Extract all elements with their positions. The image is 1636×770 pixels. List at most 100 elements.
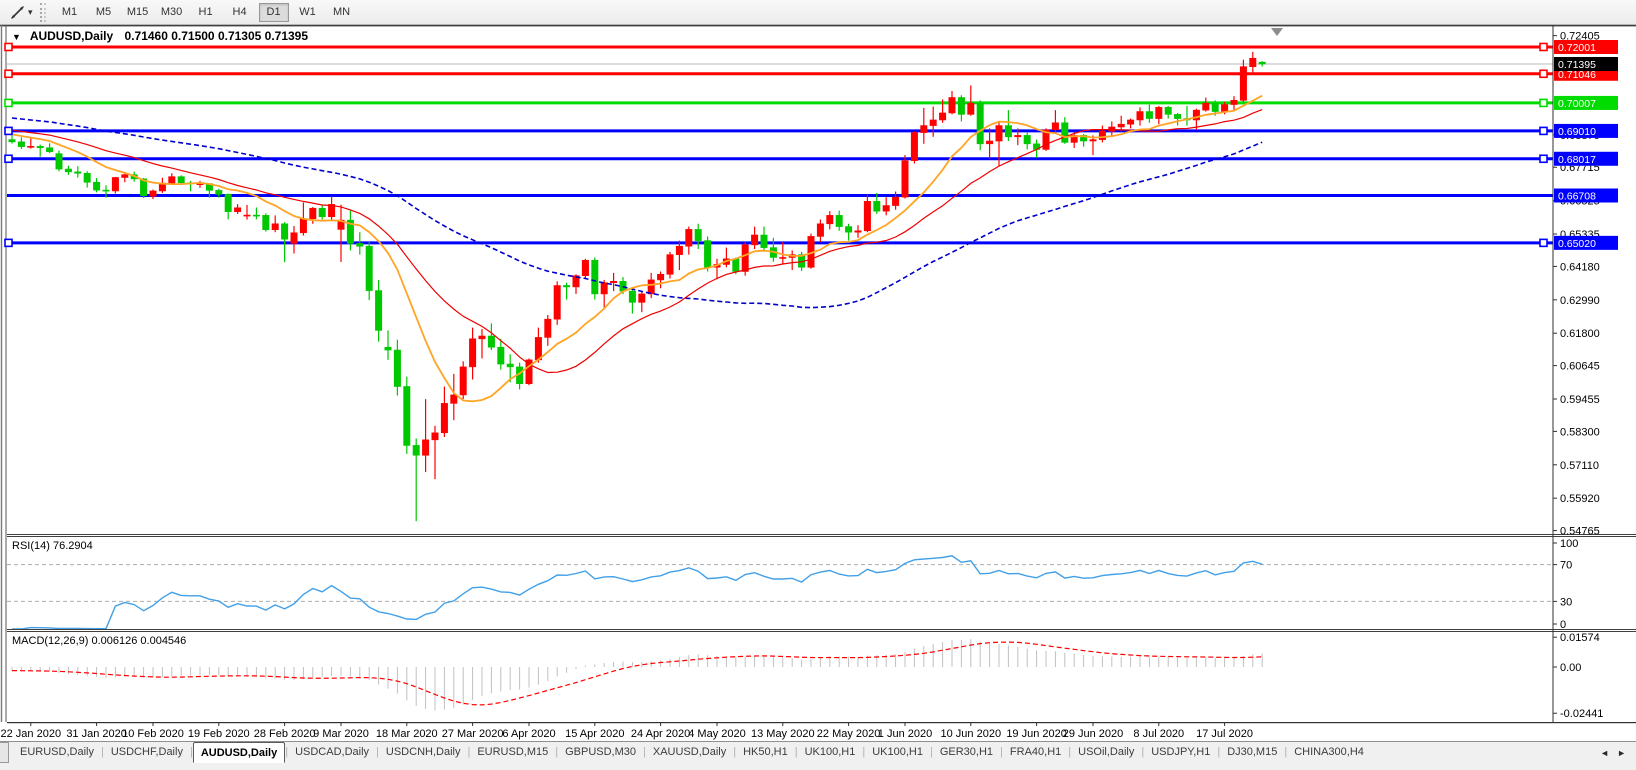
tab-usoil-daily[interactable]: USOil,Daily — [1071, 742, 1141, 763]
macd-tick-label: 0.01574 — [1560, 632, 1600, 644]
date-tick-label: 4 May 2020 — [688, 728, 745, 740]
line-drag-handle[interactable] — [5, 43, 12, 50]
date-tick-label: 19 Jun 2020 — [1006, 728, 1067, 740]
tab-usdcad-daily[interactable]: USDCAD,Daily — [288, 742, 376, 763]
candle-body — [986, 141, 992, 144]
tab-scroll-left-icon[interactable]: ◄ — [1600, 748, 1609, 758]
chart-canvas[interactable]: 0.724050.688700.677150.665250.653350.641… — [0, 25, 1636, 741]
candle-body — [1165, 107, 1171, 114]
candle-body — [686, 229, 692, 246]
collapse-triangle-icon[interactable]: ▼ — [12, 32, 21, 42]
tab-xauusd-daily[interactable]: XAUUSD,Daily — [646, 742, 733, 763]
tab-usdjpy-h1[interactable]: USDJPY,H1 — [1144, 742, 1217, 763]
tab-eurusd-daily[interactable]: EURUSD,Daily — [13, 742, 101, 763]
date-tick-label: 17 Jul 2020 — [1196, 728, 1253, 740]
price-tick-label: 0.60645 — [1560, 361, 1600, 373]
date-tick-label: 13 May 2020 — [751, 728, 815, 740]
line-drag-handle[interactable] — [1540, 127, 1547, 134]
timeframe-button-m15[interactable]: M15 — [123, 3, 153, 22]
candle-body — [460, 367, 466, 395]
line-drag-handle[interactable] — [5, 155, 12, 162]
caret-down-icon[interactable]: ▾ — [28, 7, 33, 18]
hline-price-label: 0.68017 — [1558, 154, 1596, 166]
date-tick-label: 10 Feb 2020 — [122, 728, 184, 740]
timeframe-button-mn[interactable]: MN — [327, 3, 357, 22]
tab-china300-h4[interactable]: CHINA300,H4 — [1287, 742, 1371, 763]
toolbar-grip[interactable] — [40, 3, 46, 22]
candle-body — [498, 347, 504, 364]
candle-body — [667, 255, 673, 275]
price-tick-label: 0.64180 — [1560, 261, 1600, 273]
candle-body — [592, 260, 598, 294]
price-tick-label: 0.61800 — [1560, 328, 1600, 340]
candle-body — [366, 246, 372, 290]
candle-body — [272, 224, 278, 230]
timeframe-button-w1[interactable]: W1 — [293, 3, 323, 22]
macd-tick-label: -0.02441 — [1560, 708, 1603, 720]
candle-body — [1221, 105, 1227, 112]
hline-price-label: 0.65020 — [1558, 238, 1596, 250]
symbol-tabs: EURUSD,Daily|USDCHF,Daily|AUDUSD,Daily|U… — [13, 742, 1371, 763]
hline-price-label: 0.69010 — [1558, 126, 1596, 138]
tab-gbpusd-m30[interactable]: GBPUSD,M30 — [558, 742, 643, 763]
tab-fra40-h1[interactable]: FRA40,H1 — [1003, 742, 1068, 763]
candle-body — [1250, 58, 1256, 66]
timeframe-toolbar: ▾ M1 M5 M15 M30 H1 H4 D1 W1 MN — [0, 0, 1636, 25]
tab-uk100-h1[interactable]: UK100,H1 — [865, 742, 930, 763]
rsi-tick-label: 100 — [1560, 538, 1578, 550]
tab-audusd-daily[interactable]: AUDUSD,Daily — [193, 742, 285, 763]
candle-body — [469, 339, 475, 367]
tab-dj30-m15[interactable]: DJ30,M15 — [1220, 742, 1284, 763]
candle-body — [479, 336, 485, 339]
tab-scroll-right-icon[interactable]: ► — [1617, 748, 1626, 758]
line-tool-icon[interactable] — [4, 2, 30, 22]
candle-body — [1137, 112, 1143, 120]
line-drag-handle[interactable] — [5, 70, 12, 77]
candle-body — [28, 146, 34, 147]
candle-body — [939, 113, 945, 120]
candle-body — [1146, 112, 1152, 119]
line-drag-handle[interactable] — [1540, 155, 1547, 162]
tab-usdchf-daily[interactable]: USDCHF,Daily — [104, 742, 190, 763]
pane-separator — [7, 536, 1636, 537]
line-drag-handle[interactable] — [5, 239, 12, 246]
candle-body — [996, 126, 1002, 141]
candle-body — [545, 319, 551, 337]
tab-uk100-h1[interactable]: UK100,H1 — [798, 742, 863, 763]
candle-body — [958, 98, 964, 115]
timeframe-button-m5[interactable]: M5 — [89, 3, 119, 22]
line-drag-handle[interactable] — [5, 127, 12, 134]
candle-body — [761, 235, 767, 248]
tab-ger30-h1[interactable]: GER30,H1 — [933, 742, 1000, 763]
candle-body — [883, 206, 889, 212]
timeframe-button-h1[interactable]: H1 — [191, 3, 221, 22]
candle-body — [1212, 103, 1218, 111]
candle-body — [639, 294, 645, 302]
line-drag-handle[interactable] — [5, 99, 12, 106]
line-drag-handle[interactable] — [1540, 99, 1547, 106]
pane-separator — [7, 631, 1636, 632]
candle-body — [977, 103, 983, 144]
tab-hk50-h1[interactable]: HK50,H1 — [736, 742, 795, 763]
candle-body — [676, 246, 682, 254]
line-drag-handle[interactable] — [1540, 43, 1547, 50]
candle-body — [451, 395, 457, 403]
timeframe-button-m30[interactable]: M30 — [157, 3, 187, 22]
timeframe-button-h4[interactable]: H4 — [225, 3, 255, 22]
price-tick-label: 0.55920 — [1560, 493, 1600, 505]
candle-body — [291, 233, 297, 244]
line-drag-handle[interactable] — [1540, 70, 1547, 77]
date-tick-label: 15 Apr 2020 — [565, 728, 624, 740]
candle-body — [112, 177, 118, 190]
tab-eurusd-m15[interactable]: EURUSD,M15 — [470, 742, 555, 763]
tab-usdcnh-daily[interactable]: USDCNH,Daily — [379, 742, 468, 763]
timeframe-button-m1[interactable]: M1 — [55, 3, 85, 22]
candle-body — [357, 243, 363, 246]
candle-body — [657, 274, 663, 280]
timeframe-button-d1[interactable]: D1 — [259, 3, 289, 22]
price-tick-label: 0.58300 — [1560, 426, 1600, 438]
tab-scroll-stub[interactable] — [0, 742, 9, 763]
candle-body — [404, 387, 410, 446]
candle-body — [507, 364, 513, 367]
line-drag-handle[interactable] — [1540, 239, 1547, 246]
